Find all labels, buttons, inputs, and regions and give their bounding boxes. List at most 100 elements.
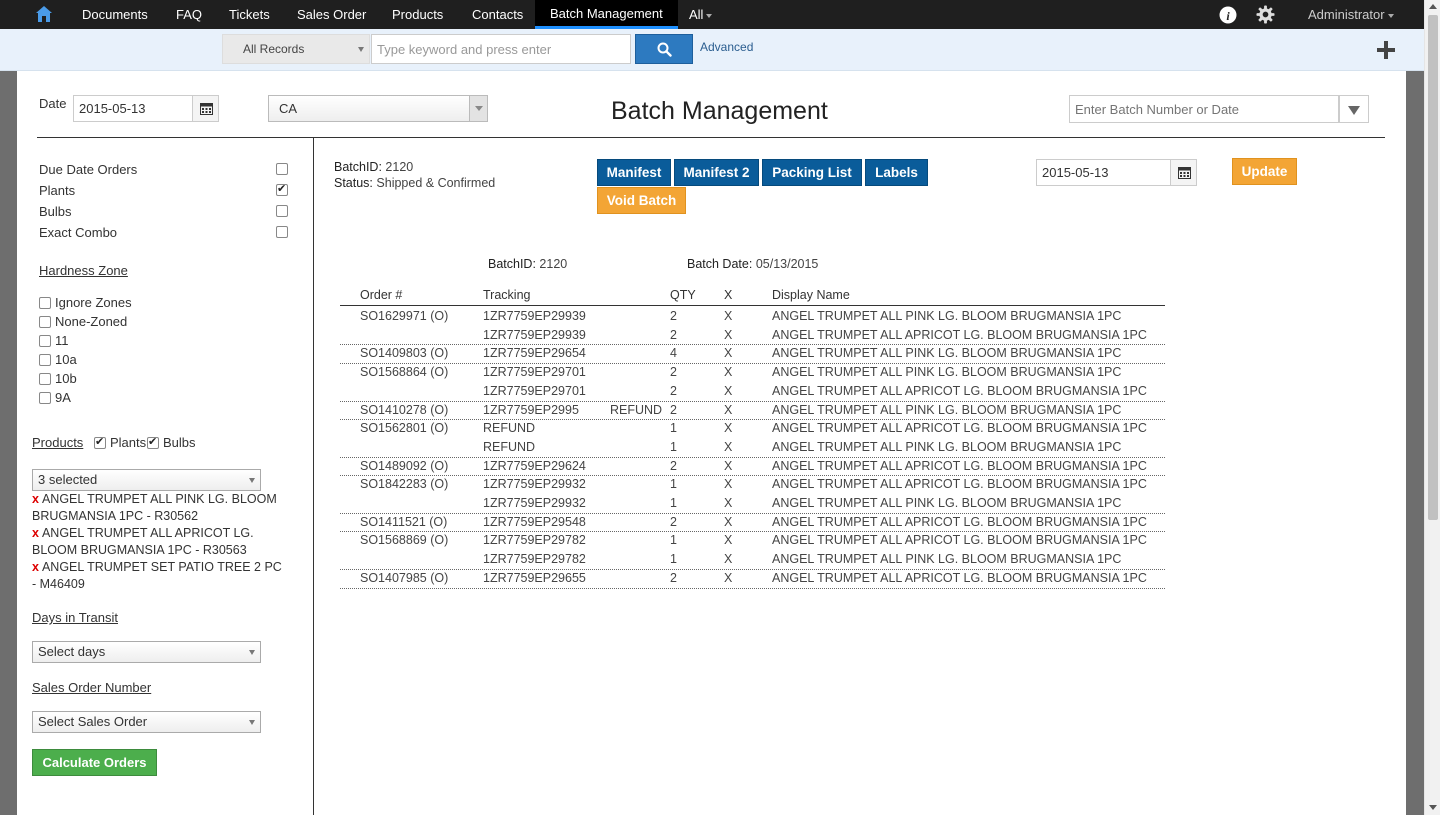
products-bulbs-label: Bulbs bbox=[163, 435, 196, 450]
cell-qty: 2 bbox=[670, 458, 677, 473]
zone-checkbox[interactable] bbox=[39, 373, 51, 385]
cell-x: X bbox=[724, 365, 733, 380]
table-row[interactable]: SO1407985 (O) 1ZR7759EP29655 2 X ANGEL TRUMP… bbox=[340, 569, 1165, 588]
bulbs-checkbox[interactable] bbox=[276, 205, 288, 217]
update-date-input[interactable]: 2015-05-13 bbox=[1036, 159, 1171, 186]
calculate-orders-button[interactable]: Calculate Orders bbox=[32, 749, 157, 776]
search-button[interactable] bbox=[635, 34, 693, 64]
batch-search-input[interactable] bbox=[1069, 95, 1339, 123]
date-input[interactable]: 2015-05-13 bbox=[73, 95, 193, 122]
table-row[interactable]: SO1562801 (O) REFUND 1 X ANGEL TRUMPET ALL A… bbox=[340, 419, 1165, 438]
zone-option[interactable]: 9A bbox=[39, 390, 71, 405]
table-row[interactable]: SO1411521 (O) 1ZR7759EP29548 2 X ANGEL TRUMP… bbox=[340, 513, 1165, 532]
hardness-zone-link[interactable]: Hardness Zone bbox=[39, 263, 128, 278]
user-menu[interactable]: Administrator bbox=[1308, 0, 1394, 29]
caret-down-icon bbox=[249, 720, 255, 725]
records-select[interactable]: All Records bbox=[222, 34, 370, 64]
table-row[interactable]: SO1409803 (O) 1ZR7759EP29654 4 X ANGEL TRUMP… bbox=[340, 344, 1165, 363]
scrollbar[interactable] bbox=[1424, 0, 1440, 815]
home-icon[interactable] bbox=[35, 5, 53, 23]
products-bulbs-checkbox[interactable] bbox=[147, 435, 159, 449]
table-row[interactable]: SO1629971 (O) 1ZR7759EP29939 2 X ANGEL TRUMP… bbox=[340, 307, 1165, 326]
state-select[interactable]: CA bbox=[268, 95, 488, 122]
cell-x: X bbox=[724, 402, 733, 417]
divider bbox=[37, 137, 1385, 138]
zone-checkbox[interactable] bbox=[39, 316, 51, 328]
zone-option[interactable]: Ignore Zones bbox=[39, 295, 132, 310]
batch-id-line: BatchID: 2120 bbox=[334, 160, 413, 174]
table-row[interactable]: 1ZR7759EP29932 1 X ANGEL TRUMPET ALL PINK L… bbox=[340, 494, 1165, 513]
date-calendar-button[interactable] bbox=[192, 95, 219, 122]
scrollbar-thumb[interactable] bbox=[1428, 15, 1438, 520]
nav-batch-management[interactable]: Batch Management bbox=[535, 0, 678, 29]
zone-option[interactable]: None-Zoned bbox=[39, 314, 127, 329]
nav-all-label: All bbox=[689, 7, 704, 22]
cell-order: SO1410278 (O) bbox=[360, 402, 449, 417]
manifest-button[interactable]: Manifest bbox=[597, 159, 671, 186]
scroll-up-icon[interactable] bbox=[1429, 4, 1437, 9]
cell-qty: 2 bbox=[670, 383, 677, 398]
remove-icon[interactable]: x bbox=[32, 526, 39, 540]
summary-batch-date: Batch Date: 05/13/2015 bbox=[687, 257, 818, 271]
cell-tracking: 1ZR7759EP29782 bbox=[483, 533, 586, 548]
nav-tickets[interactable]: Tickets bbox=[229, 0, 270, 29]
zone-option[interactable]: 11 bbox=[39, 333, 69, 348]
days-in-transit-link[interactable]: Days in Transit bbox=[32, 610, 118, 625]
zone-checkbox[interactable] bbox=[39, 297, 51, 309]
products-multiselect-value: 3 selected bbox=[38, 472, 98, 487]
advanced-search-link[interactable]: Advanced bbox=[700, 40, 753, 54]
void-batch-button[interactable]: Void Batch bbox=[597, 187, 686, 214]
table-row[interactable]: SO1568864 (O) 1ZR7759EP29701 2 X ANGEL TRUMP… bbox=[340, 363, 1165, 382]
date-label: Date bbox=[39, 96, 67, 111]
info-icon[interactable]: i bbox=[1219, 6, 1237, 24]
zone-checkbox[interactable] bbox=[39, 335, 51, 347]
plants-checkbox[interactable] bbox=[276, 182, 288, 196]
table-row[interactable]: SO1489092 (O) 1ZR7759EP29624 2 X ANGEL TRUMP… bbox=[340, 457, 1165, 476]
due-date-orders-checkbox[interactable] bbox=[276, 163, 288, 175]
state-select-arrow bbox=[469, 96, 487, 121]
nav-all[interactable]: All bbox=[689, 0, 713, 29]
packing-list-button[interactable]: Packing List bbox=[762, 159, 862, 186]
products-plants-checkbox[interactable] bbox=[94, 435, 106, 449]
table-row[interactable]: 1ZR7759EP29701 2 X ANGEL TRUMPET ALL APRICO… bbox=[340, 382, 1165, 401]
plus-icon[interactable] bbox=[1377, 41, 1395, 59]
days-select[interactable]: Select days bbox=[32, 641, 261, 663]
labels-button[interactable]: Labels bbox=[865, 159, 928, 186]
nav-documents[interactable]: Documents bbox=[82, 0, 148, 29]
nav-faq[interactable]: FAQ bbox=[176, 0, 202, 29]
table-row[interactable]: SO1410278 (O) 1ZR7759EP2995 REFUND 2 X ANGEL … bbox=[340, 401, 1165, 420]
table-row[interactable]: REFUND 1 X ANGEL TRUMPET ALL PINK LG. BLOOM… bbox=[340, 438, 1165, 457]
remove-icon[interactable]: x bbox=[32, 492, 39, 506]
gear-icon[interactable] bbox=[1256, 5, 1275, 24]
page-gutter-right bbox=[1406, 71, 1424, 815]
nav-contacts[interactable]: Contacts bbox=[472, 0, 523, 29]
sales-order-number-link[interactable]: Sales Order Number bbox=[32, 680, 151, 695]
state-select-value: CA bbox=[279, 101, 298, 116]
batch-status-label: Status: bbox=[334, 176, 373, 190]
cell-x: X bbox=[724, 514, 733, 529]
nav-sales-order[interactable]: Sales Order bbox=[297, 0, 366, 29]
table-row[interactable]: 1ZR7759EP29782 1 X ANGEL TRUMPET ALL PINK L… bbox=[340, 550, 1165, 569]
table-row[interactable]: 1ZR7759EP29939 2 X ANGEL TRUMPET ALL APRICO… bbox=[340, 326, 1165, 345]
cell-order: SO1489092 (O) bbox=[360, 458, 449, 473]
scroll-down-icon[interactable] bbox=[1429, 805, 1437, 810]
zone-label: 10b bbox=[55, 371, 77, 386]
products-multiselect[interactable]: 3 selected bbox=[32, 469, 261, 491]
nav-products[interactable]: Products bbox=[392, 0, 443, 29]
table-row[interactable]: SO1568869 (O) 1ZR7759EP29782 1 X ANGEL TRUMP… bbox=[340, 531, 1165, 550]
zone-checkbox[interactable] bbox=[39, 392, 51, 404]
batch-dropdown-button[interactable] bbox=[1339, 95, 1369, 123]
update-date-calendar-button[interactable] bbox=[1170, 159, 1197, 186]
exact-combo-checkbox[interactable] bbox=[276, 226, 288, 238]
sales-order-select[interactable]: Select Sales Order bbox=[32, 711, 261, 733]
zone-checkbox[interactable] bbox=[39, 354, 51, 366]
table-row[interactable]: SO1842283 (O) 1ZR7759EP29932 1 X ANGEL TRUMP… bbox=[340, 475, 1165, 494]
products-link[interactable]: Products bbox=[32, 435, 83, 450]
zone-option[interactable]: 10a bbox=[39, 352, 77, 367]
search-input[interactable] bbox=[371, 34, 631, 64]
remove-icon[interactable]: x bbox=[32, 560, 39, 574]
zone-option[interactable]: 10b bbox=[39, 371, 77, 386]
manifest-2-button[interactable]: Manifest 2 bbox=[674, 159, 759, 186]
update-button[interactable]: Update bbox=[1232, 158, 1297, 185]
cell-qty: 1 bbox=[670, 439, 677, 454]
